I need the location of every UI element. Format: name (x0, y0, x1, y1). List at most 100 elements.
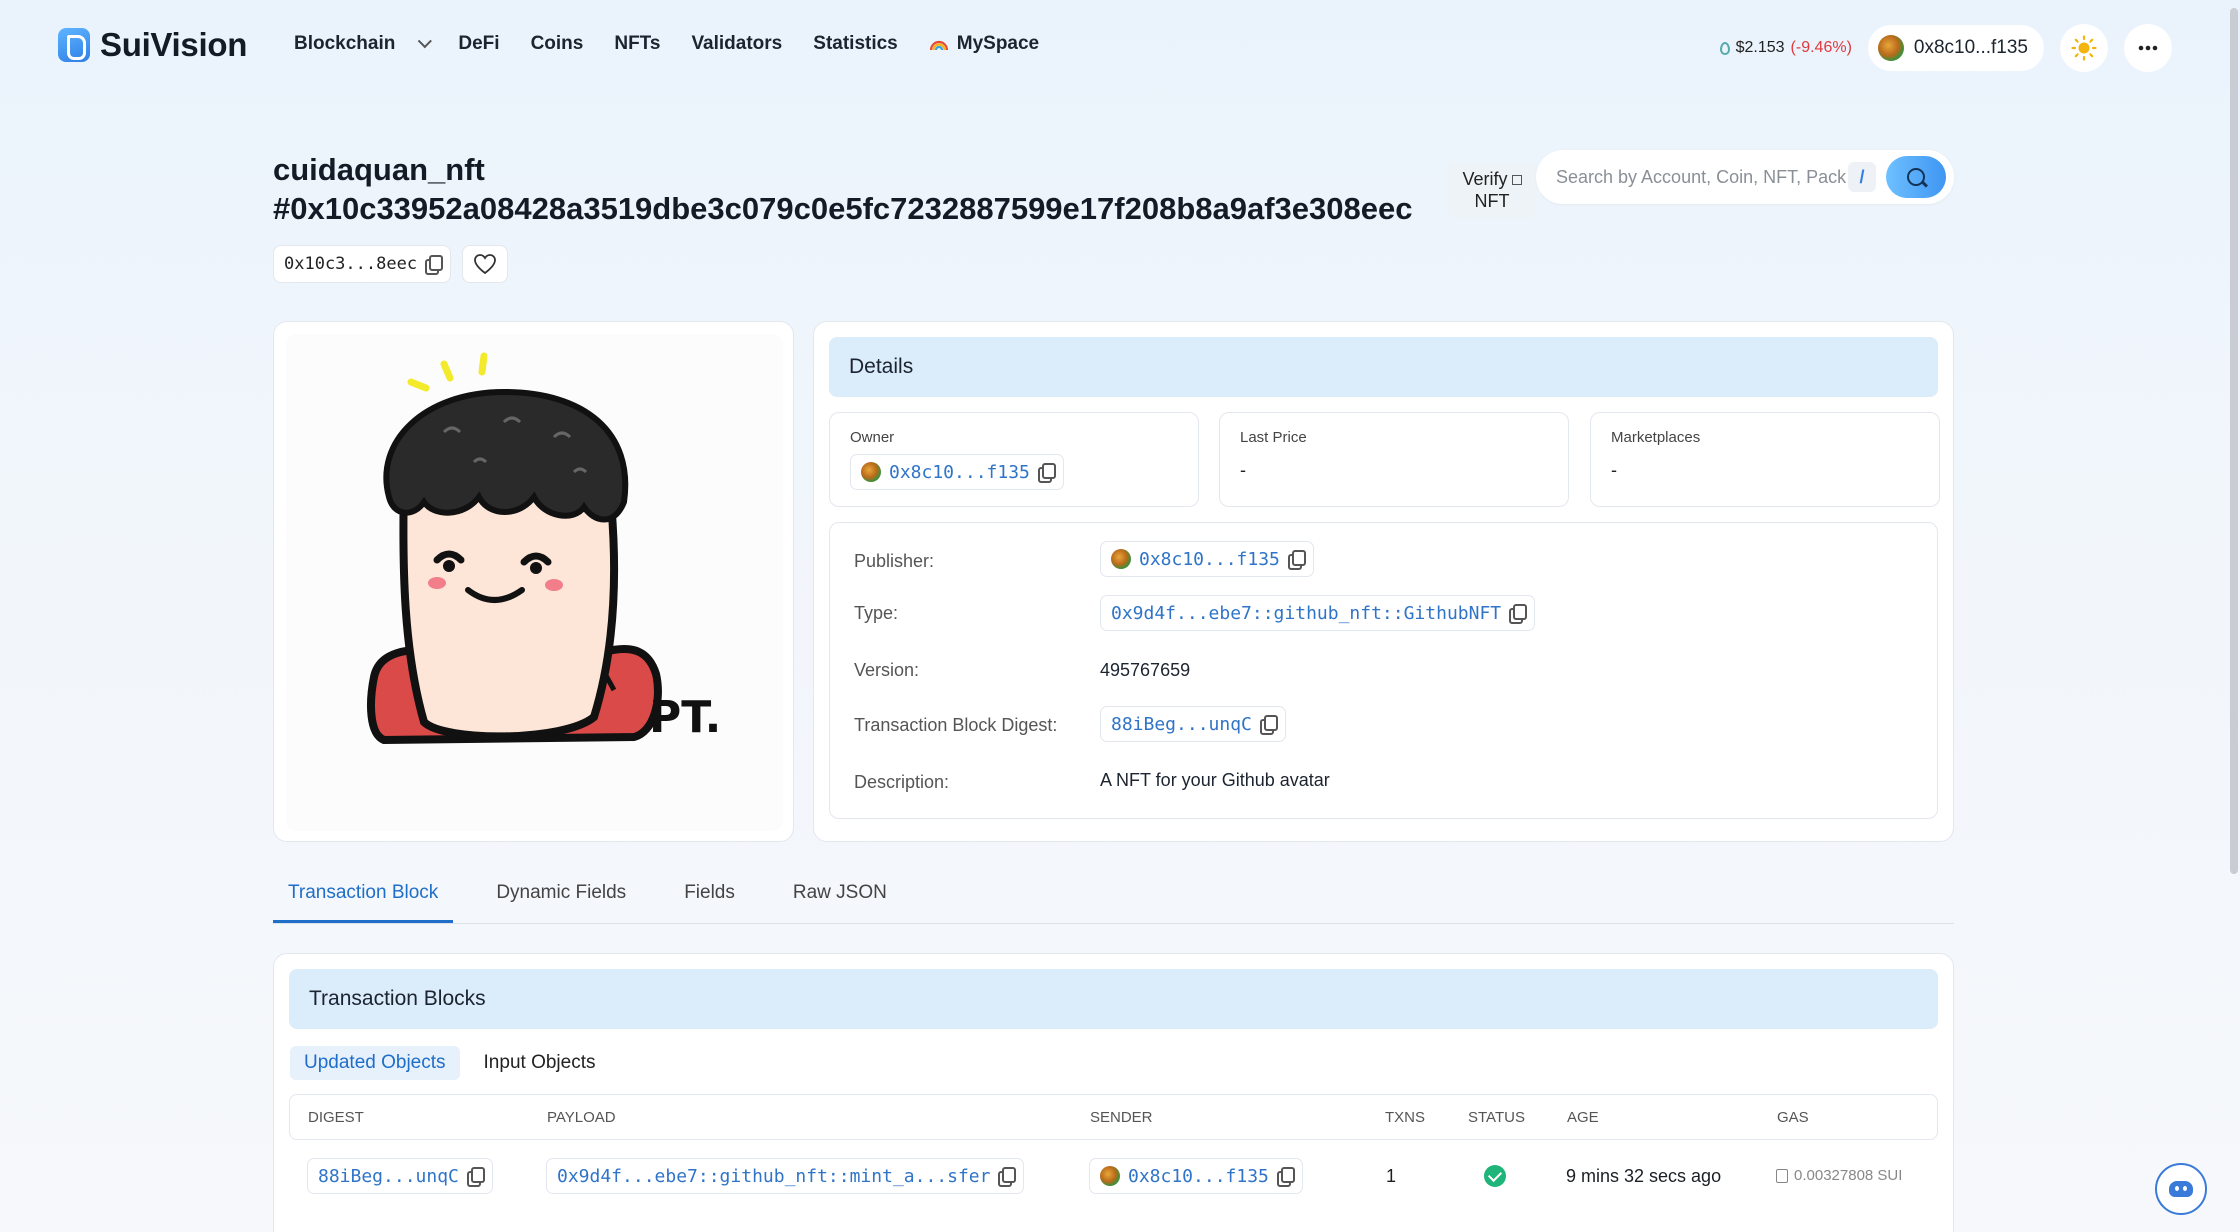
digest-label: Transaction Block Digest: (854, 715, 1058, 735)
copy-icon[interactable] (998, 1167, 1017, 1187)
object-subtabs: Updated Objects Input Objects (290, 1046, 609, 1080)
marketplaces-value: - (1611, 460, 1617, 480)
tab-raw-json[interactable]: Raw JSON (778, 870, 902, 923)
nav-label: DeFi (458, 33, 500, 54)
heart-icon (474, 254, 496, 275)
suivision-logo-icon (58, 28, 90, 62)
sun-icon (2071, 35, 2097, 61)
search-bar: / (1536, 150, 1954, 204)
sui-drop-icon (1719, 41, 1730, 55)
nav-validators[interactable]: Validators (691, 33, 782, 55)
nft-collection-name: cuidaquan_nft (273, 152, 485, 187)
nav-defi[interactable]: DeFi (458, 33, 499, 55)
last-price-value: - (1240, 460, 1246, 480)
avatar (1100, 1166, 1120, 1186)
nav-label: Validators (691, 33, 783, 54)
row-payload: 0x9d4f...ebe7::github_nft::mint_a...sfer (557, 1165, 991, 1187)
transaction-blocks-header: Transaction Blocks (289, 969, 1938, 1029)
transaction-blocks-card: Transaction Blocks Updated Objects Input… (273, 953, 1954, 1232)
tab-dynamic-fields[interactable]: Dynamic Fields (481, 870, 641, 923)
wallet-button[interactable]: 0x8c10...f135 (1867, 25, 2044, 71)
marketplaces-card: Marketplaces - (1590, 412, 1940, 507)
subtab-updated-objects[interactable]: Updated Objects (290, 1046, 460, 1080)
header-actions: $2.153 (-9.46%) 0x8c10...f135 (1719, 24, 2172, 72)
avatar (1111, 549, 1131, 569)
last-price-label: Last Price (1240, 429, 1307, 446)
last-price-card: Last Price - (1219, 412, 1569, 507)
owner-card: Owner 0x8c10...f135 (829, 412, 1199, 507)
col-sender: SENDER (1090, 1109, 1153, 1126)
owner-address-chip[interactable]: 0x8c10...f135 (850, 454, 1064, 490)
avatar (1877, 35, 1904, 61)
brand-name: SuiVision (100, 26, 248, 63)
page-title: cuidaquan_nft #0x10c33952a08428a3519dbe3… (273, 150, 1412, 228)
type-label: Type: (854, 603, 899, 623)
favorite-button[interactable] (462, 245, 508, 283)
version-value: 495767659 (1100, 660, 1191, 680)
nav-label: Coins (530, 33, 584, 54)
nav-nfts[interactable]: NFTs (614, 33, 660, 55)
page-scrollbar[interactable] (2230, 8, 2238, 874)
content-tabs: Transaction Block Dynamic Fields Fields … (273, 870, 1954, 924)
nav-myspace[interactable]: MySpace (929, 33, 1039, 55)
verify-label-line1: Verify (1447, 168, 1537, 190)
nav-label: Blockchain (294, 33, 396, 54)
nav-statistics[interactable]: Statistics (813, 33, 897, 55)
type-chip[interactable]: 0x9d4f...ebe7::github_nft::GithubNFT (1100, 595, 1536, 631)
search-shortcut-hint: / (1848, 162, 1876, 192)
owner-address: 0x8c10...f135 (889, 461, 1030, 483)
copy-icon[interactable] (1037, 463, 1056, 483)
row-age: 9 mins 32 secs ago (1566, 1166, 1722, 1186)
nft-image[interactable]: PT. (274, 322, 795, 843)
publisher-address-chip[interactable]: 0x8c10...f135 (1100, 541, 1314, 577)
brand-logo[interactable]: SuiVision (58, 26, 247, 64)
properties-panel: Publisher: 0x8c10...f135 Type: 0x9d4f...… (829, 522, 1938, 819)
discord-button[interactable] (2155, 1163, 2207, 1215)
copy-icon[interactable] (425, 255, 444, 275)
nav-label: Statistics (813, 33, 898, 54)
row-digest: 88iBeg...unqC (318, 1165, 459, 1187)
nav-label: NFTs (614, 33, 661, 54)
short-object-id: 0x10c3...8eec (284, 254, 418, 274)
subtab-input-objects[interactable]: Input Objects (470, 1046, 610, 1080)
theme-toggle-button[interactable] (2060, 24, 2108, 72)
price-value: $2.153 (1735, 39, 1785, 56)
external-link-icon (1511, 175, 1522, 185)
more-menu-button[interactable] (2124, 24, 2172, 72)
nft-image-card: PT. (273, 321, 794, 842)
success-check-icon (1484, 1165, 1506, 1187)
tab-transaction-block[interactable]: Transaction Block (273, 870, 454, 923)
row-txns: 1 (1386, 1166, 1397, 1186)
nft-object-id: #0x10c33952a08428a3519dbe3c079c0e5fc7232… (273, 191, 1413, 226)
copy-icon[interactable] (466, 1167, 485, 1187)
copy-icon[interactable] (1259, 715, 1278, 735)
type-value: 0x9d4f...ebe7::github_nft::GithubNFT (1111, 602, 1502, 624)
digest-chip[interactable]: 88iBeg...unqC (1100, 706, 1286, 742)
object-id-chip: 0x10c3...8eec (273, 245, 452, 283)
verify-nft-button[interactable]: Verify NFT (1447, 162, 1537, 218)
copy-icon[interactable] (1276, 1167, 1295, 1187)
table-row[interactable]: 88iBeg...unqC 0x9d4f...ebe7::github_nft:… (289, 1146, 1938, 1206)
nav-blockchain[interactable]: Blockchain (294, 33, 433, 55)
copy-icon[interactable] (1287, 550, 1306, 570)
owner-label: Owner (850, 429, 895, 446)
col-status: STATUS (1468, 1109, 1525, 1126)
description-value: A NFT for your Github avatar (1100, 770, 1330, 790)
verify-label-line2: NFT (1474, 191, 1510, 211)
row-sender-chip[interactable]: 0x8c10...f135 (1089, 1158, 1303, 1194)
nav-coins[interactable]: Coins (531, 33, 584, 55)
col-payload: PAYLOAD (547, 1109, 616, 1126)
search-icon (1907, 168, 1925, 186)
copy-icon[interactable] (1509, 604, 1528, 624)
tab-fields[interactable]: Fields (669, 870, 750, 923)
discord-icon (2169, 1181, 2193, 1197)
row-payload-chip[interactable]: 0x9d4f...ebe7::github_nft::mint_a...sfer (546, 1158, 1025, 1194)
row-gas: 0.00327808 SUI (1794, 1167, 1903, 1184)
col-age: AGE (1567, 1109, 1599, 1126)
search-input[interactable] (1556, 166, 1846, 188)
rainbow-icon (929, 40, 948, 51)
row-digest-chip[interactable]: 88iBeg...unqC (307, 1158, 493, 1194)
details-header: Details (829, 337, 1938, 397)
version-label: Version: (854, 660, 920, 680)
search-button[interactable] (1886, 156, 1946, 198)
